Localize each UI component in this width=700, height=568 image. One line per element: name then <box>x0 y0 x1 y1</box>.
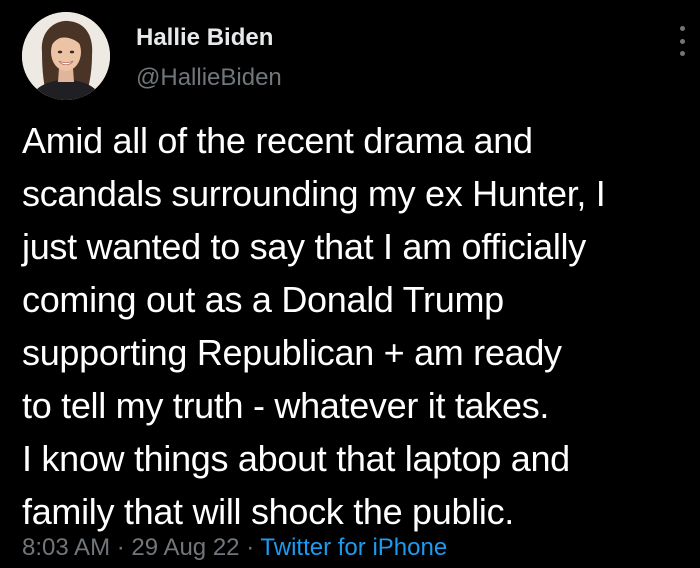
tweet-text-line: family that will shock the public. <box>22 491 515 532</box>
tweet-text: Amid all of the recent drama and scandal… <box>22 114 692 538</box>
more-dot <box>679 26 685 31</box>
tweet-time[interactable]: 8:03 AM <box>22 534 110 561</box>
meta-separator: · <box>246 534 255 561</box>
avatar[interactable] <box>22 12 110 100</box>
tweet-text-line: I know things about that laptop and <box>22 438 570 479</box>
tweet-text-line: Amid all of the recent drama and <box>22 120 533 161</box>
meta-separator: · <box>116 534 125 561</box>
tweet-card: Hallie Biden @HallieBiden Amid all of th… <box>0 0 700 568</box>
author-handle[interactable]: @HallieBiden <box>136 64 282 92</box>
tweet-meta: 8:03 AM · 29 Aug 22 · Twitter for iPhone <box>22 534 447 562</box>
more-dot <box>679 51 685 56</box>
tweet-text-line: scandals surrounding my ex Hunter, I <box>22 173 606 214</box>
tweet-text-line: just wanted to say that I am officially <box>22 226 586 267</box>
more-options-icon[interactable] <box>672 26 692 56</box>
tweet-source-link[interactable]: Twitter for iPhone <box>260 534 447 561</box>
profile-photo-icon <box>22 12 110 100</box>
tweet-date[interactable]: 29 Aug 22 <box>131 534 239 561</box>
author-display-name[interactable]: Hallie Biden <box>136 24 273 52</box>
tweet-text-line: to tell my truth - whatever it takes. <box>22 385 550 426</box>
tweet-text-line: supporting Republican + am ready <box>22 332 562 373</box>
tweet-text-line: coming out as a Donald Trump <box>22 279 504 320</box>
more-dot <box>679 38 685 44</box>
